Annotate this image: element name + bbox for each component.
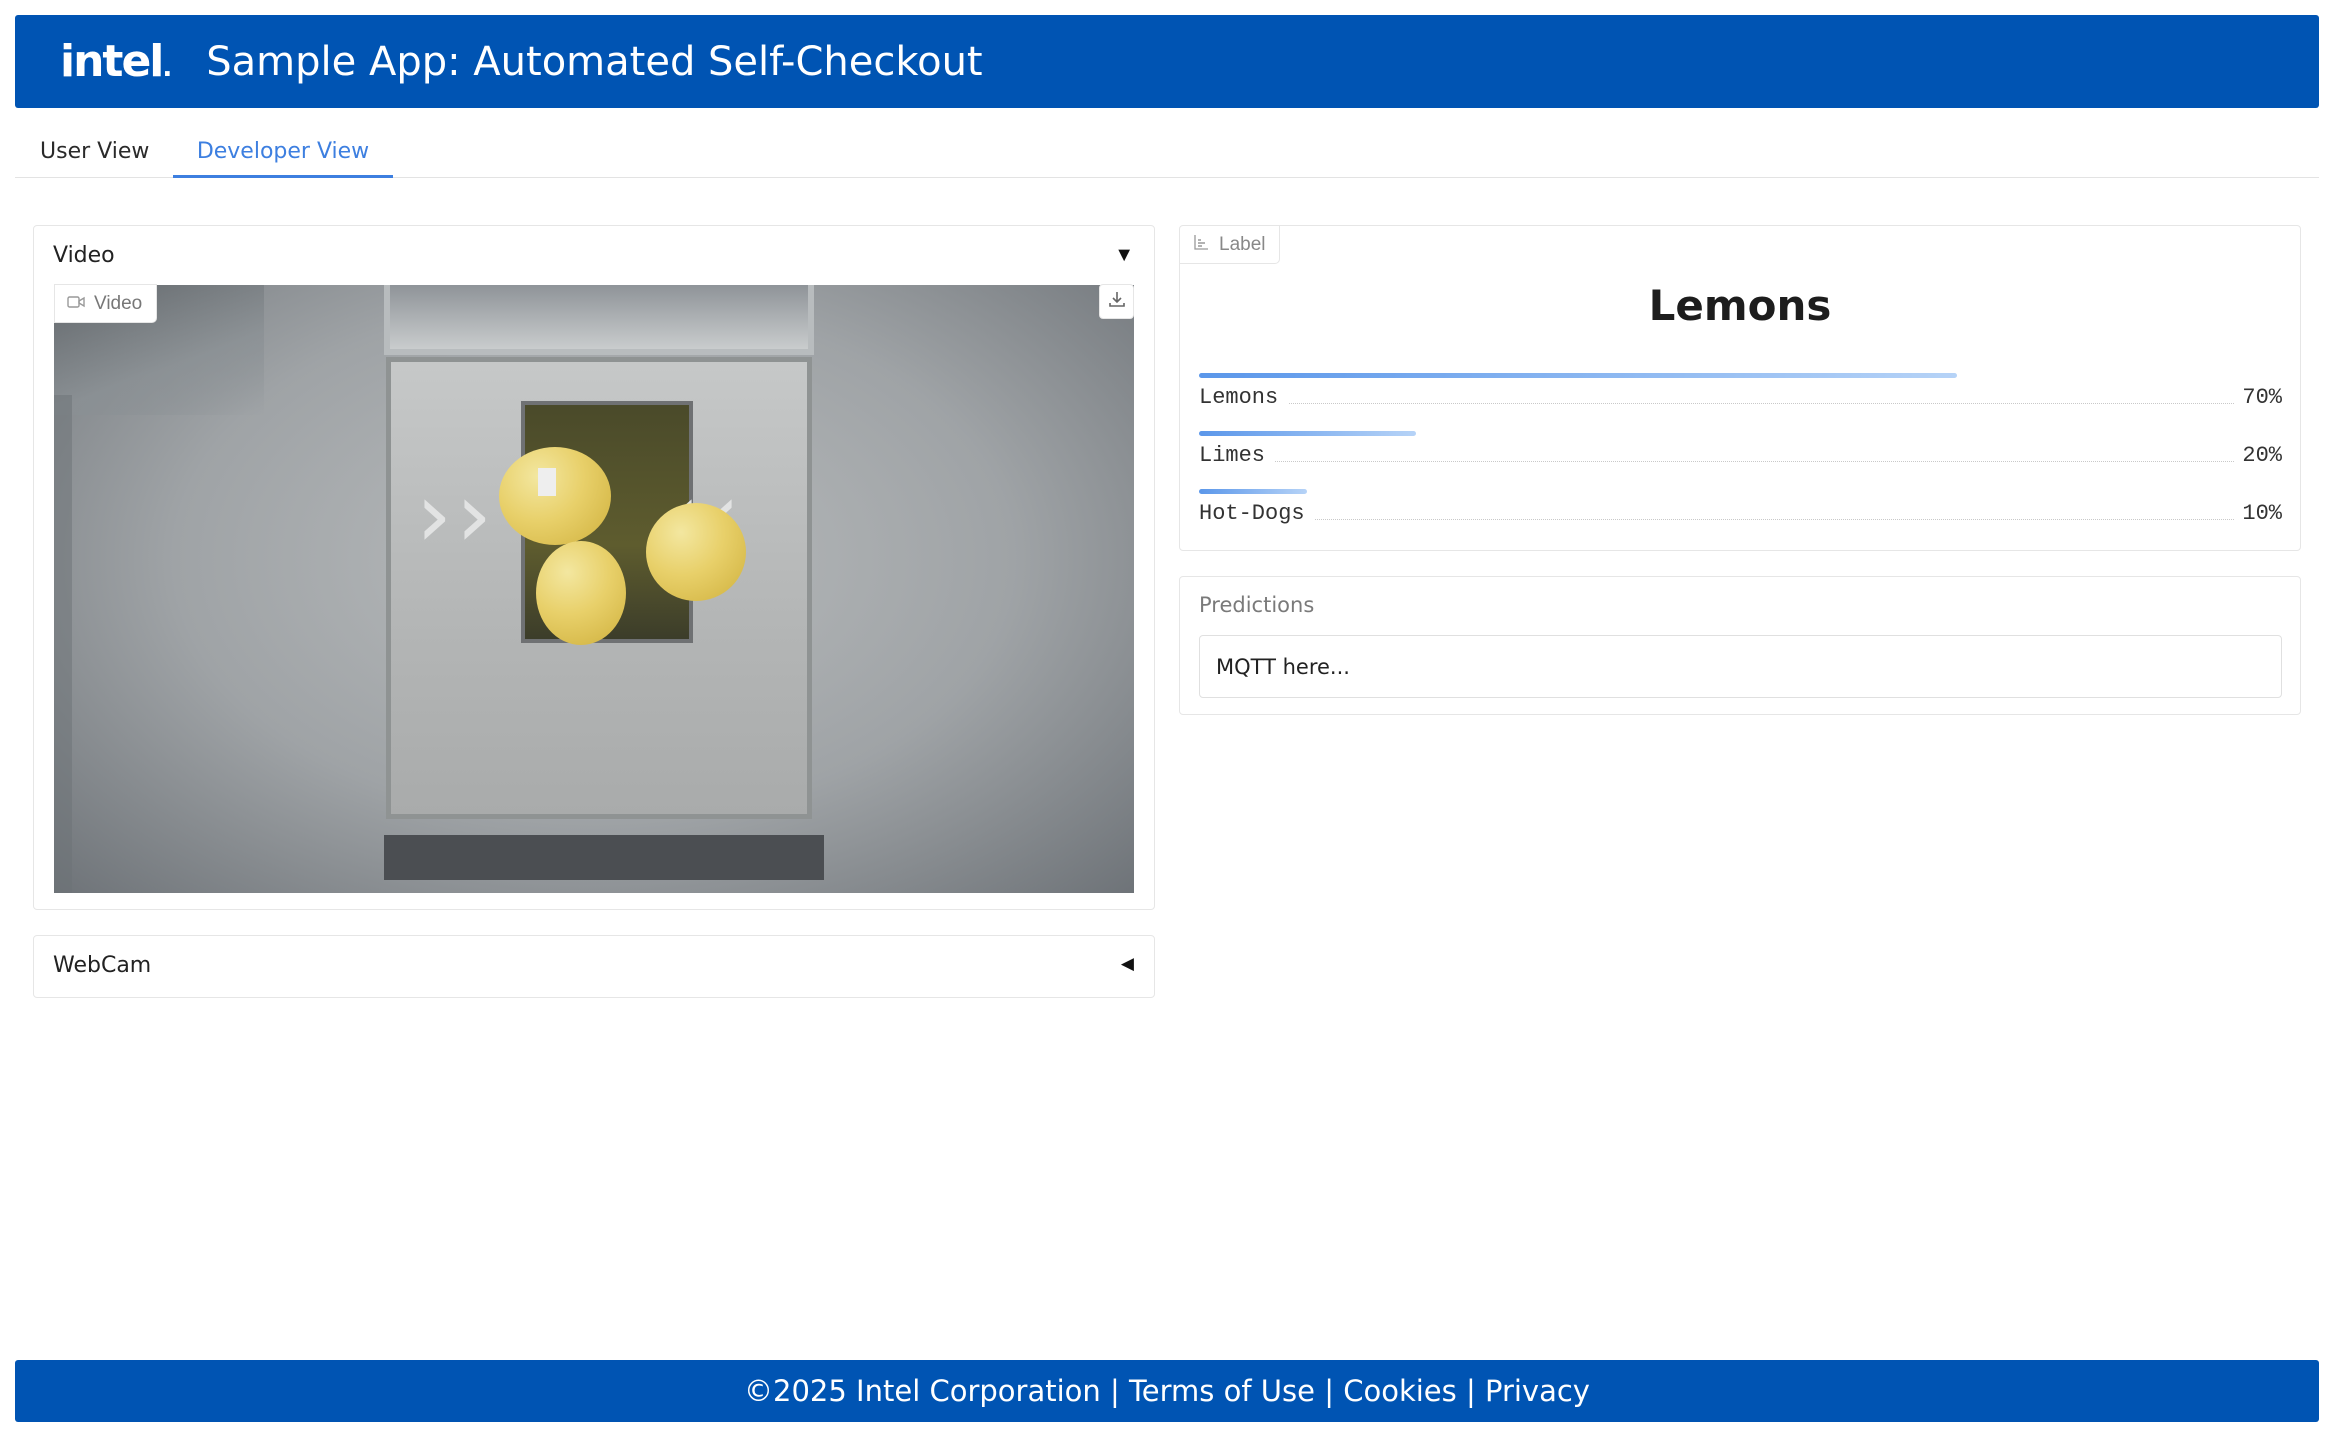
logo-text: intel bbox=[60, 35, 164, 87]
confidence-value: 20% bbox=[2234, 443, 2282, 468]
download-icon bbox=[1108, 290, 1126, 313]
bar-chart-icon bbox=[1193, 234, 1209, 256]
intel-logo: intel. bbox=[60, 39, 173, 84]
video-frame-scanner-head bbox=[384, 285, 814, 355]
cookies-link[interactable]: Cookies bbox=[1343, 1374, 1457, 1408]
confidence-value: 70% bbox=[2234, 385, 2282, 410]
confidence-bar bbox=[1199, 373, 1957, 378]
tab-developer-view[interactable]: Developer View bbox=[173, 128, 393, 178]
video-frame-lemon bbox=[646, 503, 746, 601]
confidence-label: Limes bbox=[1199, 443, 1276, 468]
top-prediction-label: Lemons bbox=[1648, 281, 1832, 330]
app-footer: ©2025 Intel Corporation | Terms of Use |… bbox=[15, 1360, 2319, 1422]
label-badge: Label bbox=[1180, 226, 1280, 264]
label-output: Label Lemons Lemons 70% Limes 20% Hot-Do… bbox=[1179, 225, 2301, 551]
collapse-arrow-icon[interactable]: ▼ bbox=[1114, 244, 1134, 267]
expand-arrow-icon[interactable]: ◀ bbox=[1121, 954, 1134, 974]
confidence-bar bbox=[1199, 489, 1307, 494]
footer-copyright: ©2025 Intel Corporation bbox=[744, 1374, 1101, 1408]
predictions-textbox[interactable]: MQTT here... bbox=[1199, 635, 2282, 698]
footer-separator: | bbox=[1456, 1374, 1485, 1408]
predictions-title: Predictions bbox=[1199, 593, 1315, 617]
confidence-row: Limes 20% bbox=[1199, 431, 2282, 471]
video-camera-icon bbox=[67, 293, 85, 315]
video-accordion: Video ▼ › › ‹ ‹ Video bbox=[33, 225, 1155, 910]
view-tabs: User View Developer View bbox=[15, 128, 2319, 178]
footer-separator: | bbox=[1100, 1374, 1130, 1408]
app-header: intel. Sample App: Automated Self-Checko… bbox=[15, 15, 2319, 108]
app-title: Sample App: Automated Self-Checkout bbox=[206, 38, 983, 85]
confidence-row: Hot-Dogs 10% bbox=[1199, 489, 2282, 529]
video-badge: Video bbox=[54, 284, 158, 323]
video-player[interactable]: › › ‹ ‹ bbox=[54, 285, 1134, 893]
confidence-label: Hot-Dogs bbox=[1199, 501, 1315, 526]
video-badge-label: Video bbox=[94, 292, 143, 314]
video-frame-shelf-edge bbox=[54, 395, 72, 893]
video-frame-lemon bbox=[499, 447, 611, 545]
predictions-panel: Predictions MQTT here... bbox=[1179, 576, 2301, 715]
webcam-accordion-title[interactable]: WebCam bbox=[53, 953, 151, 978]
privacy-link[interactable]: Privacy bbox=[1485, 1374, 1590, 1408]
video-frame-lemon bbox=[536, 541, 626, 645]
video-frame-chevron: › bbox=[416, 463, 452, 568]
confidence-value: 10% bbox=[2234, 501, 2282, 526]
confidence-row: Lemons 70% bbox=[1199, 373, 2282, 413]
video-frame-chevron: › bbox=[456, 463, 492, 568]
tab-user-view[interactable]: User View bbox=[40, 128, 149, 178]
download-button[interactable] bbox=[1099, 284, 1134, 319]
confidence-bar bbox=[1199, 431, 1416, 436]
footer-separator: | bbox=[1314, 1374, 1344, 1408]
video-accordion-title[interactable]: Video bbox=[53, 243, 115, 268]
video-frame-lemon-sticker bbox=[538, 468, 556, 496]
terms-of-use-link[interactable]: Terms of Use bbox=[1129, 1374, 1315, 1408]
webcam-accordion: WebCam ◀ bbox=[33, 935, 1155, 998]
label-badge-text: Label bbox=[1219, 233, 1266, 255]
confidence-label: Lemons bbox=[1199, 385, 1289, 410]
video-frame-scale-base bbox=[384, 835, 824, 880]
logo-dot: . bbox=[162, 52, 173, 83]
